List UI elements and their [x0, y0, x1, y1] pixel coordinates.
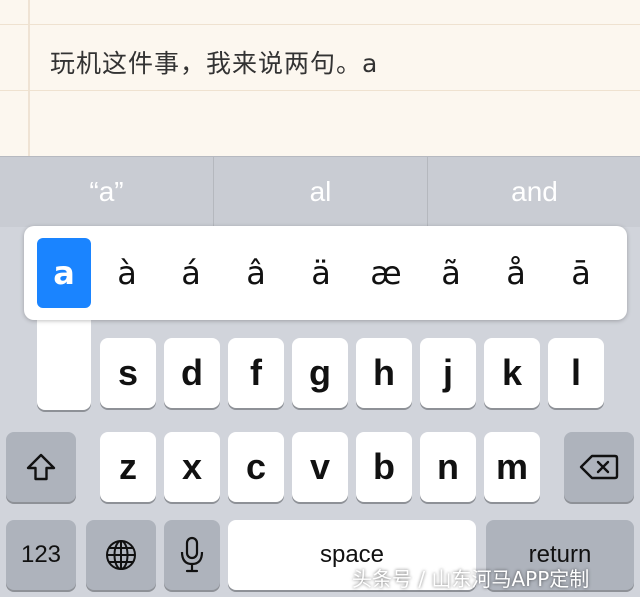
key-k[interactable]: k	[484, 338, 540, 408]
accent-option[interactable]: å	[489, 238, 543, 308]
shift-key[interactable]	[6, 432, 76, 502]
editor-text: 玩机这件事，我来说两句。a	[50, 49, 379, 78]
key-b[interactable]: b	[356, 432, 412, 502]
numbers-key[interactable]: 123	[6, 520, 76, 590]
key-f[interactable]: f	[228, 338, 284, 408]
shift-arrow-icon	[26, 453, 56, 481]
globe-key[interactable]	[86, 520, 156, 590]
key-c[interactable]: c	[228, 432, 284, 502]
key-v[interactable]: v	[292, 432, 348, 502]
key-s[interactable]: s	[100, 338, 156, 408]
globe-icon	[106, 540, 136, 570]
key-g[interactable]: g	[292, 338, 348, 408]
suggestion-item[interactable]: and	[428, 157, 640, 227]
microphone-icon	[180, 536, 204, 573]
suggestion-bar: “a” al and	[0, 156, 640, 227]
ruled-line	[0, 24, 640, 25]
accent-option[interactable]: ā	[554, 238, 608, 308]
accent-option[interactable]: á	[164, 238, 218, 308]
key-n[interactable]: n	[420, 432, 476, 502]
key-h[interactable]: h	[356, 338, 412, 408]
watermark-text: 头条号 / 山东河马APP定制	[352, 567, 590, 591]
accent-option-selected[interactable]: a	[37, 238, 91, 308]
accent-option[interactable]: à	[100, 238, 154, 308]
accent-popup: a à á â ä æ ã å ā	[24, 226, 627, 320]
suggestion-item[interactable]: “a”	[0, 157, 213, 227]
key-d[interactable]: d	[164, 338, 220, 408]
backspace-icon	[579, 454, 619, 480]
accent-option[interactable]: â	[229, 238, 283, 308]
ruled-line	[0, 90, 640, 91]
accent-option[interactable]: ã	[424, 238, 478, 308]
key-x[interactable]: x	[164, 432, 220, 502]
suggestion-item[interactable]: al	[214, 157, 427, 227]
accent-option[interactable]: ä	[294, 238, 348, 308]
backspace-key[interactable]	[564, 432, 634, 502]
key-j[interactable]: j	[420, 338, 476, 408]
accent-option[interactable]: æ	[359, 238, 413, 308]
key-z[interactable]: z	[100, 432, 156, 502]
text-editor[interactable]: 玩机这件事，我来说两句。a	[0, 0, 640, 156]
key-m[interactable]: m	[484, 432, 540, 502]
key-l[interactable]: l	[548, 338, 604, 408]
microphone-key[interactable]	[164, 520, 220, 590]
